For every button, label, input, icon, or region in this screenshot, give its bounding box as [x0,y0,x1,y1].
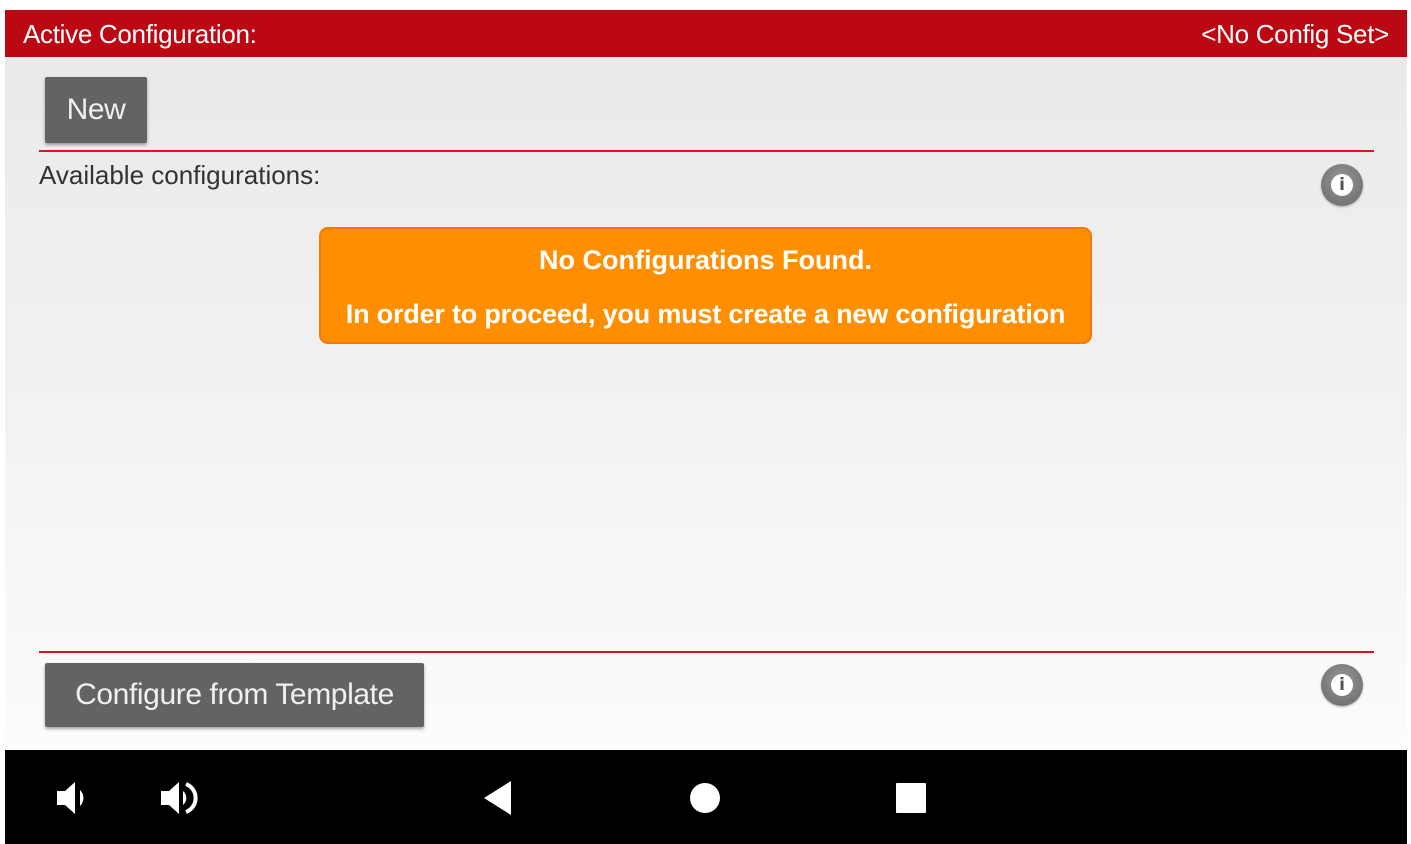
active-config-value: <No Config Set> [1201,19,1389,49]
home-icon[interactable] [681,774,729,822]
recents-icon[interactable] [887,774,935,822]
volume-down-icon[interactable] [51,774,99,822]
active-config-label: Active Configuration: [23,19,257,49]
new-config-button[interactable]: New [45,77,147,143]
template-info-icon[interactable]: i [1321,664,1363,706]
config-app: Active Configuration: <No Config Set> Ne… [5,10,1407,750]
screen: Active Configuration: <No Config Set> Ne… [0,0,1411,844]
no-configs-alert: No Configurations Found. In order to pro… [319,227,1092,344]
volume-up-icon[interactable] [155,774,203,822]
active-config-header: Active Configuration: <No Config Set> [5,10,1407,57]
available-configs-label: Available configurations: [39,160,321,190]
info-icon[interactable]: i [1321,164,1363,206]
alert-message: In order to proceed, you must create a n… [345,299,1066,329]
configure-from-template-button[interactable]: Configure from Template [45,663,424,727]
back-icon[interactable] [475,774,523,822]
divider [39,651,1374,653]
alert-title: No Configurations Found. [539,245,872,275]
divider [39,150,1374,152]
system-navigation-bar [5,750,1407,844]
